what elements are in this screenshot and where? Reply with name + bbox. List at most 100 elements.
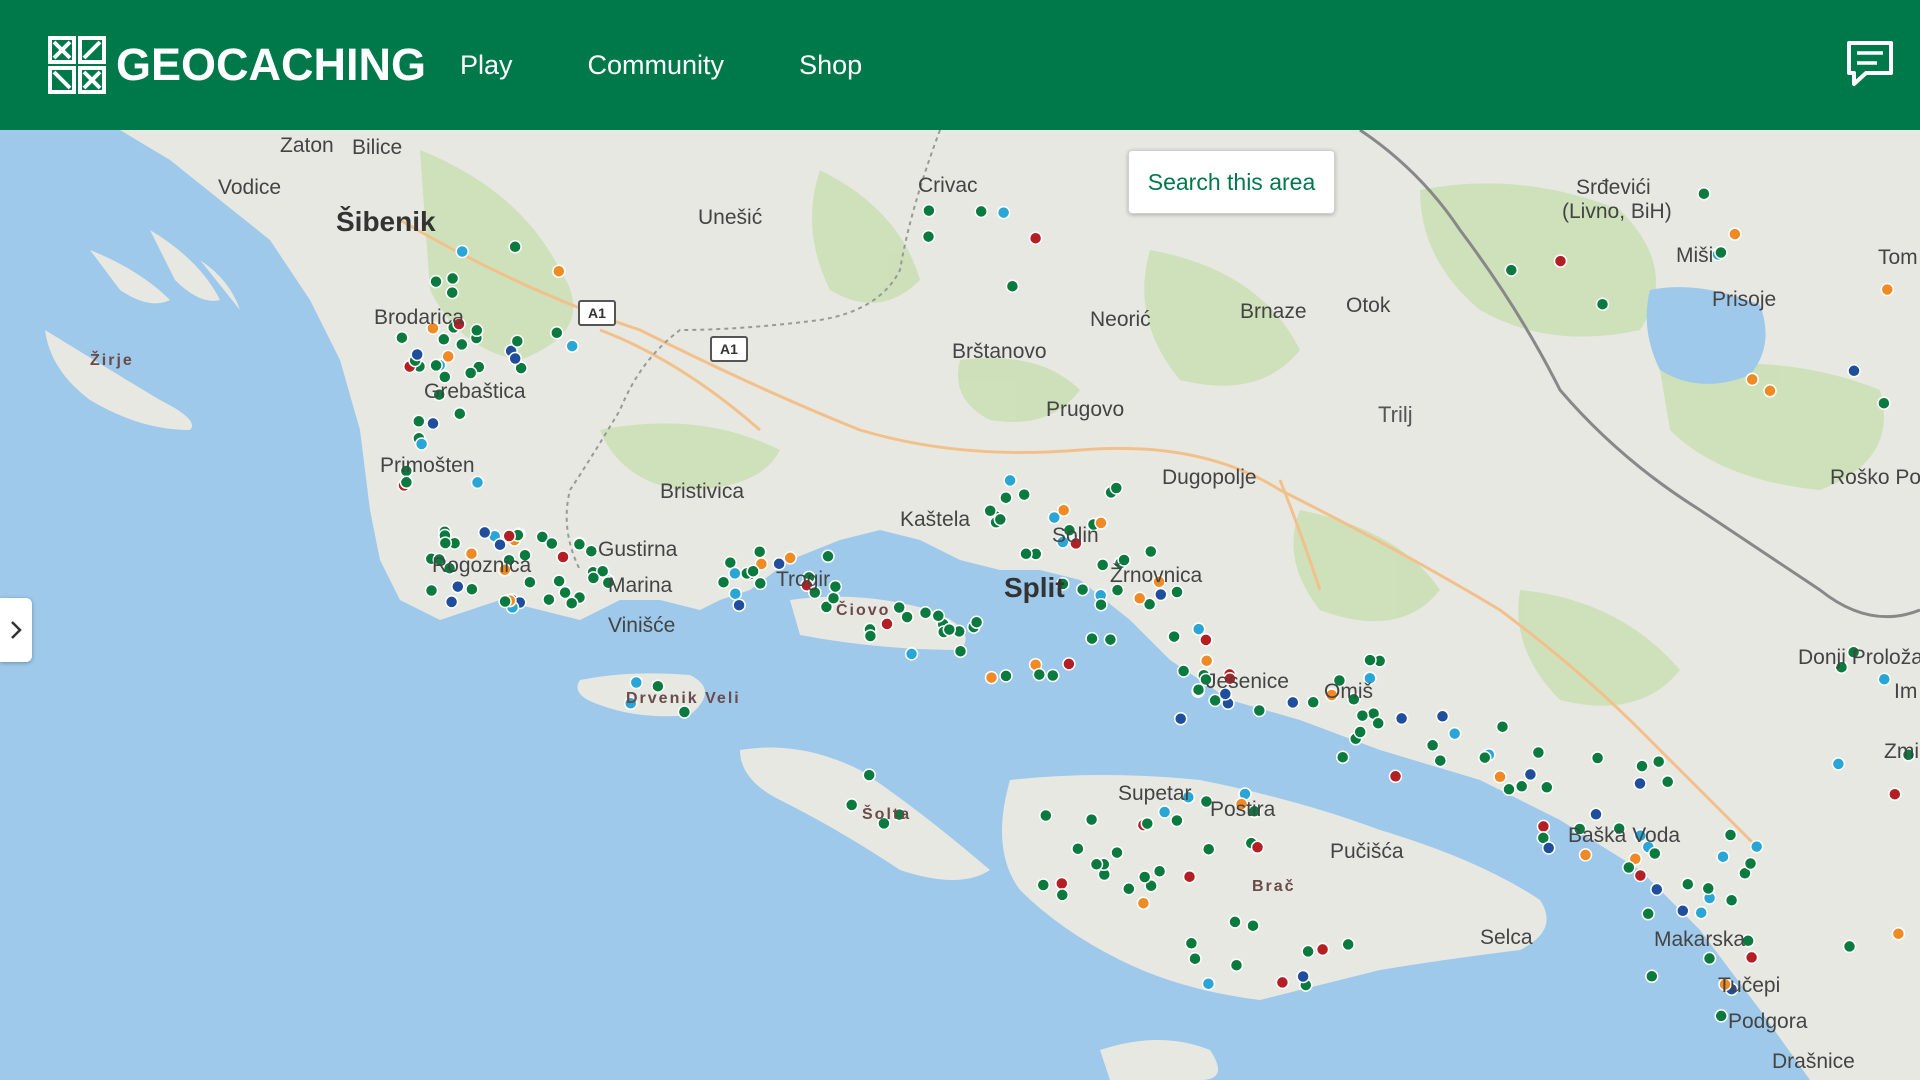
cache-marker[interactable] bbox=[1182, 869, 1197, 884]
cache-marker[interactable] bbox=[1157, 805, 1172, 819]
cache-marker[interactable] bbox=[424, 583, 439, 598]
geocaching-logo[interactable]: GEOCACHING bbox=[48, 36, 426, 94]
cache-marker[interactable] bbox=[426, 416, 440, 431]
cache-marker[interactable] bbox=[586, 571, 601, 585]
cache-marker[interactable] bbox=[1363, 653, 1377, 667]
cache-marker[interactable] bbox=[1714, 245, 1728, 260]
cache-marker[interactable] bbox=[453, 406, 467, 421]
cache-marker[interactable] bbox=[1504, 263, 1519, 277]
cache-marker[interactable] bbox=[565, 339, 579, 353]
cache-marker[interactable] bbox=[983, 504, 997, 518]
cache-marker[interactable] bbox=[728, 566, 742, 581]
cache-marker[interactable] bbox=[463, 366, 478, 380]
sidebar-toggle-button[interactable] bbox=[0, 598, 32, 662]
cache-markers-layer[interactable] bbox=[0, 130, 1920, 1080]
cache-marker[interactable] bbox=[1763, 384, 1777, 398]
cache-marker[interactable] bbox=[438, 536, 453, 550]
cache-marker[interactable] bbox=[1676, 904, 1690, 918]
cache-marker[interactable] bbox=[1425, 738, 1440, 753]
cache-marker[interactable] bbox=[1635, 759, 1649, 773]
cache-marker[interactable] bbox=[918, 606, 933, 620]
cache-marker[interactable] bbox=[1716, 849, 1730, 864]
cache-marker[interactable] bbox=[844, 798, 859, 812]
cache-marker[interactable] bbox=[412, 414, 426, 429]
cache-marker[interactable] bbox=[1880, 282, 1895, 297]
cache-marker[interactable] bbox=[437, 332, 451, 347]
cache-marker[interactable] bbox=[1301, 944, 1315, 959]
cache-marker[interactable] bbox=[1062, 657, 1076, 671]
cache-marker[interactable] bbox=[1201, 842, 1216, 856]
cache-marker[interactable] bbox=[1701, 881, 1716, 896]
cache-marker[interactable] bbox=[1085, 631, 1099, 646]
cache-marker[interactable] bbox=[510, 334, 525, 348]
cache-marker[interactable] bbox=[821, 549, 835, 564]
cache-marker[interactable] bbox=[470, 475, 485, 490]
cache-marker[interactable] bbox=[1536, 819, 1551, 834]
cache-marker[interactable] bbox=[1191, 682, 1206, 697]
cache-marker[interactable] bbox=[783, 551, 797, 565]
cache-marker[interactable] bbox=[1877, 396, 1891, 410]
cache-marker[interactable] bbox=[1341, 937, 1355, 952]
cache-marker[interactable] bbox=[1371, 716, 1385, 731]
cache-marker[interactable] bbox=[1531, 745, 1546, 760]
cache-marker[interactable] bbox=[1702, 951, 1717, 966]
cache-marker[interactable] bbox=[942, 622, 957, 637]
cache-marker[interactable] bbox=[1173, 711, 1188, 726]
cache-marker[interactable] bbox=[1651, 754, 1666, 769]
cache-marker[interactable] bbox=[931, 609, 946, 623]
cache-marker[interactable] bbox=[564, 596, 579, 610]
cache-marker[interactable] bbox=[1136, 896, 1151, 910]
cache-marker[interactable] bbox=[728, 586, 743, 601]
cache-marker[interactable] bbox=[1032, 667, 1047, 682]
cache-marker[interactable] bbox=[862, 768, 876, 782]
cache-marker[interactable] bbox=[863, 629, 878, 643]
cache-marker[interactable] bbox=[1055, 876, 1069, 891]
cache-marker[interactable] bbox=[1137, 870, 1152, 884]
cache-marker[interactable] bbox=[1188, 951, 1202, 966]
cache-marker[interactable] bbox=[1723, 828, 1738, 842]
cache-marker[interactable] bbox=[900, 610, 914, 624]
cache-marker[interactable] bbox=[1394, 711, 1409, 726]
cache-marker[interactable] bbox=[1103, 632, 1118, 647]
cache-marker[interactable] bbox=[753, 576, 768, 591]
cache-marker[interactable] bbox=[1306, 695, 1320, 710]
cache-marker[interactable] bbox=[1176, 664, 1191, 678]
cache-marker[interactable] bbox=[953, 644, 968, 658]
cache-marker[interactable] bbox=[1056, 503, 1071, 517]
cache-marker[interactable] bbox=[1478, 750, 1492, 765]
cache-marker[interactable] bbox=[1208, 693, 1222, 708]
cache-marker[interactable] bbox=[552, 574, 566, 588]
nav-shop[interactable]: Shop bbox=[799, 50, 862, 81]
cache-marker[interactable] bbox=[1744, 950, 1759, 965]
cache-marker[interactable] bbox=[429, 274, 443, 289]
cache-marker[interactable] bbox=[1184, 936, 1199, 951]
cache-marker[interactable] bbox=[969, 615, 984, 629]
cache-marker[interactable] bbox=[732, 598, 746, 612]
cache-marker[interactable] bbox=[572, 537, 587, 552]
cache-marker[interactable] bbox=[1019, 547, 1033, 561]
cache-marker[interactable] bbox=[1650, 882, 1664, 897]
cache-marker[interactable] bbox=[1540, 780, 1554, 795]
cache-marker[interactable] bbox=[1252, 703, 1267, 718]
cache-marker[interactable] bbox=[455, 337, 469, 352]
cache-marker[interactable] bbox=[1622, 860, 1636, 875]
cache-marker[interactable] bbox=[1541, 841, 1556, 855]
cache-marker[interactable] bbox=[523, 575, 537, 589]
cache-marker[interactable] bbox=[1493, 770, 1507, 784]
cache-marker[interactable] bbox=[1028, 231, 1043, 245]
cache-marker[interactable] bbox=[1495, 719, 1510, 734]
cache-marker[interactable] bbox=[1831, 757, 1846, 771]
cache-marker[interactable] bbox=[828, 579, 843, 594]
nav-play[interactable]: Play bbox=[460, 50, 513, 81]
cache-marker[interactable] bbox=[1447, 726, 1462, 741]
cache-marker[interactable] bbox=[752, 544, 767, 559]
cache-marker[interactable] bbox=[1315, 942, 1330, 957]
cache-marker[interactable] bbox=[508, 240, 522, 254]
message-center-button[interactable] bbox=[1844, 38, 1896, 90]
cache-marker[interactable] bbox=[445, 285, 459, 300]
cache-marker[interactable] bbox=[445, 271, 460, 286]
cache-marker[interactable] bbox=[984, 670, 999, 685]
cache-marker[interactable] bbox=[498, 594, 512, 609]
cache-marker[interactable] bbox=[1089, 857, 1104, 872]
cache-marker[interactable] bbox=[1697, 186, 1711, 201]
